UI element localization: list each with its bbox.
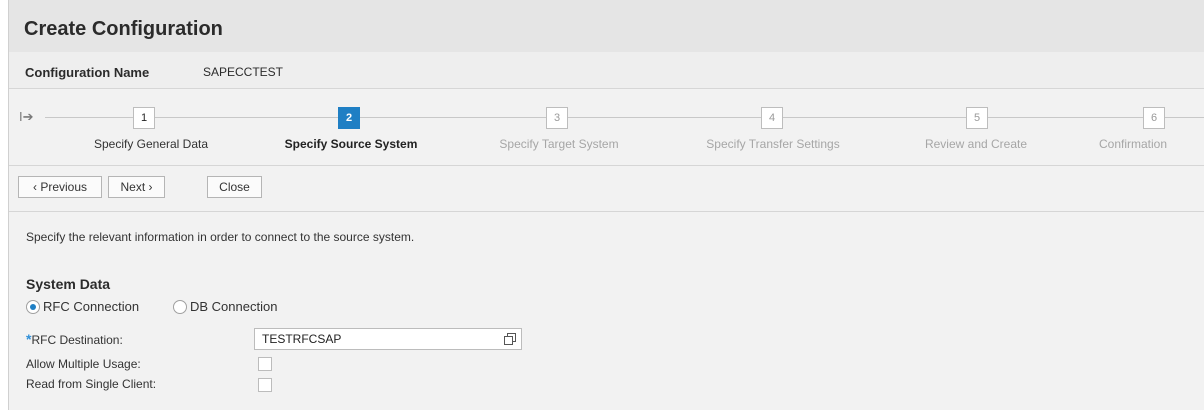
configuration-name-value: SAPECCTEST bbox=[203, 65, 284, 79]
intro-text: Specify the relevant information in orde… bbox=[26, 230, 415, 244]
step-3-marker: 3 bbox=[546, 107, 568, 129]
configuration-name-row: Configuration Name SAPECCTEST bbox=[9, 52, 1204, 89]
wizard-toolbar: ‹ Previous Next › Close bbox=[9, 166, 1204, 212]
system-data-heading: System Data bbox=[26, 276, 111, 292]
configuration-name-label: Configuration Name bbox=[25, 65, 150, 80]
title-bar: Create Configuration bbox=[9, 0, 1204, 52]
rfc-destination-label-text: RFC Destination: bbox=[31, 333, 123, 347]
rfc-destination-value: TESTRFCSAP bbox=[262, 332, 342, 346]
step-6-label: Confirmation bbox=[1098, 137, 1168, 151]
step-2-label[interactable]: Specify Source System bbox=[285, 137, 418, 151]
allow-multiple-usage-label: Allow Multiple Usage: bbox=[26, 357, 141, 371]
read-single-client-label: Read from Single Client: bbox=[26, 377, 157, 391]
rfc-connection-radio[interactable] bbox=[26, 300, 40, 314]
page-title: Create Configuration bbox=[24, 18, 223, 40]
rfc-connection-label[interactable]: RFC Connection bbox=[43, 299, 139, 314]
value-help-icon[interactable] bbox=[504, 333, 516, 345]
rfc-destination-label: *RFC Destination: bbox=[26, 331, 123, 347]
step-3-label: Specify Target System bbox=[499, 137, 619, 151]
step-1-marker[interactable]: 1 bbox=[133, 107, 155, 129]
previous-button[interactable]: ‹ Previous bbox=[18, 176, 102, 198]
close-button[interactable]: Close bbox=[207, 176, 262, 198]
wizard-roadmap: I➔ 1 Specify General Data 2 Specify Sour… bbox=[9, 89, 1204, 166]
rfc-destination-input[interactable]: TESTRFCSAP bbox=[254, 328, 522, 350]
roadmap-line bbox=[45, 117, 1204, 118]
read-single-client-checkbox[interactable] bbox=[258, 378, 272, 392]
step-6-marker: 6 bbox=[1143, 107, 1165, 129]
step-1-label[interactable]: Specify General Data bbox=[94, 137, 208, 151]
roadmap-start-icon: I➔ bbox=[19, 109, 34, 124]
step-5-marker: 5 bbox=[966, 107, 988, 129]
step-4-marker: 4 bbox=[761, 107, 783, 129]
allow-multiple-usage-checkbox[interactable] bbox=[258, 357, 272, 371]
db-connection-label[interactable]: DB Connection bbox=[190, 299, 277, 314]
content-area: Specify the relevant information in orde… bbox=[9, 212, 1204, 410]
main-frame: Create Configuration Configuration Name … bbox=[8, 0, 1204, 410]
step-5-label: Review and Create bbox=[924, 137, 1028, 151]
db-connection-radio[interactable] bbox=[173, 300, 187, 314]
step-4-label: Specify Transfer Settings bbox=[706, 137, 840, 151]
step-2-marker[interactable]: 2 bbox=[338, 107, 360, 129]
next-button[interactable]: Next › bbox=[108, 176, 165, 198]
